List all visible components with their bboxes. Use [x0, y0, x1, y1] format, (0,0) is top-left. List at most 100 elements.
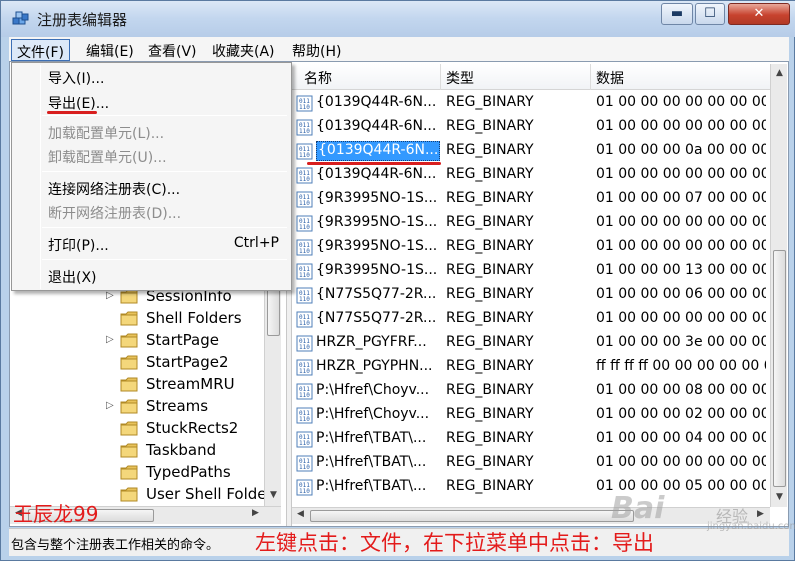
- expand-arrow-icon[interactable]: ▷: [106, 400, 116, 411]
- value-type: REG_BINARY: [446, 238, 534, 254]
- value-name[interactable]: {9R3995NO-1S...: [316, 190, 440, 206]
- list-row[interactable]: 011 110 {9R3995NO-1S... REG_BINARY 01 00 00 …: [292, 187, 770, 211]
- file-menu-dropdown: 导入(I)... 导出(E)... 加载配置单元(L)... 卸载配置单元(U)...…: [11, 62, 292, 291]
- scroll-down-icon[interactable]: ▼: [771, 492, 788, 502]
- reg-binary-icon: 011110: [296, 215, 313, 232]
- maximize-button[interactable]: ☐: [695, 3, 725, 25]
- file-menu-item[interactable]: 连接网络注册表(C)...: [14, 177, 289, 199]
- list-row[interactable]: 011 110 P:\Hfref\Choyv... REG_BINARY 01 00 0…: [292, 379, 770, 403]
- list-row[interactable]: 011 110 {0139Q44R-6N... REG_BINARY 01 00 00 …: [292, 91, 770, 115]
- value-name[interactable]: {9R3995NO-1S...: [316, 262, 440, 278]
- expand-arrow-icon[interactable]: ▷: [106, 290, 116, 301]
- column-separator[interactable]: [590, 64, 591, 90]
- reg-binary-icon: 011110: [296, 335, 313, 352]
- value-data: 01 00 00 00 00 00 00 00: [596, 166, 766, 182]
- value-name[interactable]: {9R3995NO-1S...: [316, 214, 440, 230]
- folder-icon: [120, 421, 138, 436]
- value-name[interactable]: {0139Q44R-6N...: [316, 166, 440, 182]
- tree-item[interactable]: StuckRects2: [106, 418, 271, 440]
- value-name[interactable]: {0139Q44R-6N...: [316, 118, 440, 134]
- menu-separator: [42, 259, 287, 260]
- list-horizontal-scrollbar[interactable]: ◀ ▶: [292, 507, 770, 524]
- list-row[interactable]: 011 110 {0139Q44R-6N... REG_BINARY 01 00 00 …: [292, 163, 770, 187]
- tree-item[interactable]: StreamMRU: [106, 374, 271, 396]
- reg-binary-icon: 011110: [296, 263, 313, 280]
- value-data: 01 00 00 00 00 00 00 00: [596, 214, 766, 230]
- list-row[interactable]: 011 110 P:\Hfref\TBAT\... REG_BINARY 01 00 0…: [292, 427, 770, 451]
- list-row[interactable]: 011 110 P:\Hfref\Choyv... REG_BINARY 01 00 0…: [292, 403, 770, 427]
- scroll-down-icon[interactable]: ▼: [265, 490, 282, 500]
- title-bar[interactable]: 注册表编辑器 ▬ ☐ ✕: [1, 1, 795, 37]
- list-row[interactable]: 011 110 {0139Q44R-6N... REG_BINARY 01 00 00 …: [292, 115, 770, 139]
- list-hscroll-thumb[interactable]: [310, 510, 634, 522]
- reg-binary-icon: 011110: [296, 119, 313, 136]
- value-name[interactable]: {N77S5Q77-2R...: [316, 286, 440, 302]
- tree-item[interactable]: User Shell Folde: [106, 484, 271, 506]
- file-menu-item[interactable]: 导出(E)...: [14, 91, 289, 113]
- tree-item[interactable]: TypedPaths: [106, 462, 271, 484]
- value-type: REG_BINARY: [446, 190, 534, 206]
- tree-item[interactable]: ▷ Streams: [106, 396, 271, 418]
- folder-icon: [120, 289, 138, 304]
- list-row[interactable]: 011 110 HRZR_PGYFRF... REG_BINARY 01 00 00 0…: [292, 331, 770, 355]
- list-vscroll-thumb[interactable]: [773, 250, 786, 487]
- value-name[interactable]: P:\Hfref\Choyv...: [316, 382, 440, 398]
- tree-item[interactable]: StartPage2: [106, 352, 271, 374]
- list-row[interactable]: 011 110 {9R3995NO-1S... REG_BINARY 01 00 00 …: [292, 211, 770, 235]
- list-row[interactable]: 011 110 {N77S5Q77-2R... REG_BINARY 01 00 00 …: [292, 283, 770, 307]
- value-type: REG_BINARY: [446, 94, 534, 110]
- scroll-right-icon[interactable]: ▶: [752, 509, 769, 519]
- svg-text:110: 110: [299, 224, 310, 231]
- tree-vscroll-thumb[interactable]: [267, 284, 280, 336]
- file-menu-item-label: 断开网络注册表(D)...: [48, 206, 182, 222]
- list-row[interactable]: 011 110 {N77S5Q77-2R... REG_BINARY 01 00 00 …: [292, 307, 770, 331]
- list-vertical-scrollbar[interactable]: ▲ ▼: [770, 64, 787, 507]
- file-menu-item[interactable]: 导入(I)...: [14, 66, 289, 88]
- value-name[interactable]: {9R3995NO-1S...: [316, 238, 440, 254]
- file-menu-item[interactable]: 退出(X): [14, 265, 289, 287]
- value-name[interactable]: P:\Hfref\TBAT\...: [316, 454, 440, 470]
- close-button[interactable]: ✕: [728, 3, 790, 25]
- scroll-right-icon[interactable]: ▶: [247, 508, 264, 518]
- list-row[interactable]: 011 110 HRZR_PGYPHN... REG_BINARY ff ff ff f…: [292, 355, 770, 379]
- value-name[interactable]: HRZR_PGYPHN...: [316, 358, 440, 374]
- scroll-up-icon[interactable]: ▲: [771, 68, 788, 78]
- value-name[interactable]: P:\Hfref\Choyv...: [316, 406, 440, 422]
- menu-view[interactable]: 查看(V): [143, 39, 202, 61]
- file-menu-item[interactable]: 打印(P)... Ctrl+P: [14, 233, 289, 255]
- value-name[interactable]: {0139Q44R-6N...: [316, 94, 440, 110]
- list-row[interactable]: 011 110 {9R3995NO-1S... REG_BINARY 01 00 00 …: [292, 235, 770, 259]
- value-name[interactable]: {0139Q44R-6N...: [316, 141, 440, 161]
- folder-icon: [120, 333, 138, 348]
- column-header-name[interactable]: 名称: [304, 68, 332, 88]
- value-name[interactable]: P:\Hfref\TBAT\...: [316, 430, 440, 446]
- author-watermark: 王辰龙99: [13, 502, 99, 526]
- menu-favorites[interactable]: 收藏夹(A): [207, 39, 280, 61]
- list-row[interactable]: 011 110 {9R3995NO-1S... REG_BINARY 01 00 00 …: [292, 259, 770, 283]
- window-title: 注册表编辑器: [37, 11, 128, 29]
- value-name[interactable]: {N77S5Q77-2R...: [316, 310, 440, 326]
- list-row[interactable]: 011 110 P:\Hfref\TBAT\... REG_BINARY 01 00 0…: [292, 451, 770, 475]
- menu-separator: [42, 115, 287, 116]
- svg-text:110: 110: [299, 440, 310, 447]
- value-type: REG_BINARY: [446, 142, 534, 158]
- value-type: REG_BINARY: [446, 262, 534, 278]
- expand-arrow-icon[interactable]: ▷: [106, 334, 116, 345]
- minimize-button[interactable]: ▬: [661, 3, 693, 25]
- menu-file[interactable]: 文件(F): [11, 39, 70, 61]
- value-name[interactable]: P:\Hfref\TBAT\...: [316, 478, 440, 494]
- list-row[interactable]: 011 110 P:\Hfref\TBAT\... REG_BINARY 01 00 0…: [292, 475, 770, 499]
- list-row[interactable]: 011 110 {0139Q44R-6N... REG_BINARY 01 00 00 …: [292, 139, 770, 163]
- menu-edit[interactable]: 编辑(E): [81, 39, 139, 61]
- scroll-left-icon[interactable]: ◀: [292, 509, 309, 519]
- value-name[interactable]: HRZR_PGYFRF...: [316, 334, 440, 350]
- tree-item[interactable]: ▷ StartPage: [106, 330, 271, 352]
- menu-help[interactable]: 帮助(H): [287, 39, 346, 61]
- column-header-data[interactable]: 数据: [596, 68, 624, 88]
- column-header-type[interactable]: 类型: [446, 68, 474, 88]
- tree-item[interactable]: Taskband: [106, 440, 271, 462]
- tree-item[interactable]: Shell Folders: [106, 308, 271, 330]
- column-separator[interactable]: [440, 64, 441, 90]
- value-type: REG_BINARY: [446, 310, 534, 326]
- value-data: 01 00 00 00 02 00 00 00: [596, 406, 766, 422]
